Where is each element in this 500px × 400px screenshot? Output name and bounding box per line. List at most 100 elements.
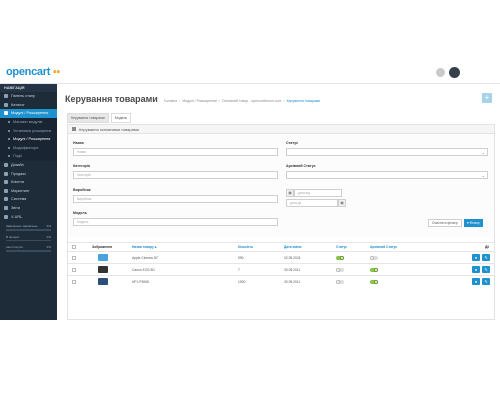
sidebar-item[interactable]: V-URL	[0, 212, 57, 221]
product-thumbnail	[98, 276, 108, 287]
breadcrumb-item[interactable]: Керування товарами	[287, 99, 321, 103]
name-input[interactable]: Назва	[73, 148, 278, 156]
status-toggle[interactable]	[336, 276, 344, 287]
sidebar-item[interactable]: Дизайн	[0, 161, 57, 170]
sidebar-item-label: Модулі / Розширення	[13, 137, 51, 142]
sidebar-item[interactable]: Установка розширень	[0, 126, 57, 135]
breadcrumb-item[interactable]: Модулі / Розширення	[182, 99, 216, 103]
bullet-icon	[8, 155, 10, 158]
model-input[interactable]: Модель	[73, 218, 278, 226]
progress-bar	[6, 239, 51, 242]
sidebar-item[interactable]: Система	[0, 195, 57, 204]
sidebar-item[interactable]: Магазин модулів	[0, 117, 57, 127]
table-body: Apple Cinema 30" 990 02.05.2024 ● ✎ Canon EOS…	[68, 251, 494, 287]
col-date[interactable]: Дата зміни	[284, 243, 301, 251]
sidebar-item-label: Події	[13, 154, 22, 159]
sidebar-item[interactable]: Звіти	[0, 204, 57, 213]
progress-label: Інші статуси	[6, 245, 23, 250]
progress-label: В процесі	[6, 234, 20, 239]
view-button[interactable]: ●	[472, 252, 480, 263]
order-progress: Завершено замовлень 0% В процесі 0% Інші ста…	[0, 224, 57, 252]
row-checkbox[interactable]	[72, 252, 76, 263]
monitor-icon	[4, 163, 8, 168]
page-header: Керування товарами Головна › Модулі / Розш…	[65, 94, 320, 104]
archive-status-label: Архівний Статус	[286, 164, 316, 168]
logo-cart-icon: ▪▪	[50, 66, 61, 78]
sidebar-item[interactable]: Модулі / Розширення	[0, 134, 57, 144]
row-checkbox[interactable]	[72, 264, 76, 275]
row-checkbox[interactable]	[72, 276, 76, 287]
tag-icon	[4, 102, 8, 107]
archive-status-toggle[interactable]	[370, 252, 378, 263]
edit-button[interactable]: ✎	[482, 252, 490, 263]
sidebar-item-label: Дизайн	[11, 163, 24, 168]
breadcrumb-item[interactable]: Основний товар - opencartforum.com	[222, 99, 282, 103]
user-avatar[interactable]	[449, 67, 460, 78]
tab-product-management[interactable]: Керування товарами	[67, 113, 109, 123]
sidebar-item[interactable]: Каталог	[0, 101, 57, 110]
col-status[interactable]: Статус	[336, 243, 347, 251]
manufacturer-input[interactable]: Виробник	[73, 195, 278, 203]
status-select[interactable]: ⌄	[286, 148, 488, 156]
product-date: 30.05.2011	[284, 279, 301, 284]
opencart-logo[interactable]: opencart ▪▪	[6, 66, 60, 78]
bullet-icon	[8, 146, 10, 149]
sidebar-item[interactable]: Модулі / Розширення	[0, 109, 57, 118]
status-toggle[interactable]	[336, 264, 344, 275]
col-name[interactable]: Назва товару ▴	[132, 243, 156, 251]
archive-status-toggle[interactable]	[370, 264, 378, 275]
notification-icon[interactable]	[436, 68, 445, 77]
sidebar-item-label: Панель стану	[11, 94, 35, 99]
cart-icon	[4, 171, 8, 176]
bullet-icon	[8, 129, 10, 132]
edit-button[interactable]: ✎	[482, 264, 490, 275]
page-title: Керування товарами	[65, 94, 158, 104]
calendar-icon[interactable]: ▦	[286, 189, 294, 197]
eye-icon: ●	[472, 266, 480, 273]
sidebar-title: НАВІГАЦІЯ	[0, 84, 57, 92]
tab-model[interactable]: Модель	[110, 113, 132, 123]
breadcrumb-item[interactable]: Головна	[164, 99, 177, 103]
bullet-icon	[8, 121, 10, 124]
product-date: 30.05.2011	[284, 267, 301, 272]
sidebar-item[interactable]: Клієнти	[0, 178, 57, 187]
archive-status-select[interactable]: ⌄	[286, 171, 488, 179]
product-name: Canon EOS 5D	[132, 267, 155, 272]
sidebar-item[interactable]: Маркетинг	[0, 187, 57, 196]
sidebar-item[interactable]: Модифікатори	[0, 143, 57, 153]
product-name: Apple Cinema 30"	[132, 255, 159, 260]
view-button[interactable]: ●	[472, 264, 480, 275]
sidebar-item[interactable]: Події	[0, 152, 57, 161]
progress-value: 0%	[46, 234, 51, 239]
status-toggle[interactable]	[336, 252, 344, 263]
table-row: Canon EOS 5D 7 30.05.2011 ● ✎	[68, 263, 494, 275]
sidebar-item[interactable]: Продажі	[0, 169, 57, 178]
top-header: opencart ▪▪	[0, 62, 500, 84]
sidebar-item-label: Модифікатори	[13, 145, 39, 150]
admin-window: opencart ▪▪ НАВІГАЦІЯ Панель стану Катало…	[0, 62, 500, 320]
sidebar-menu: Панель стану Каталог Модулі / Розширення Ма…	[0, 92, 57, 221]
progress-value: 0%	[46, 223, 51, 228]
clear-filter-button[interactable]: Очистити фільтр	[428, 219, 462, 227]
sidebar-item-label: V-URL	[11, 214, 23, 219]
col-archive-status[interactable]: Архівний Статус	[370, 243, 397, 251]
edit-button[interactable]: ✎	[482, 276, 490, 287]
date-from-input[interactable]: дата від	[294, 189, 342, 197]
pencil-icon: ✎	[482, 266, 490, 273]
view-button[interactable]: ●	[472, 276, 480, 287]
category-input[interactable]: Категорія	[73, 171, 278, 179]
filter-button[interactable]: ▾ Фільтр	[464, 219, 483, 227]
archive-status-toggle[interactable]	[370, 276, 378, 287]
calendar-icon[interactable]: ▦	[338, 199, 346, 207]
share-icon	[4, 188, 8, 193]
date-to-input[interactable]: дата до	[286, 199, 338, 207]
col-quantity[interactable]: Кількість	[238, 243, 253, 251]
product-name: HP LP3065	[132, 279, 149, 284]
select-all-checkbox[interactable]	[72, 243, 76, 251]
table-row: HP LP3065 1000 30.05.2011 ● ✎	[68, 275, 494, 287]
sidebar-item[interactable]: Панель стану	[0, 92, 57, 101]
product-table: Зображення Назва товару ▴ Кількість Дата…	[68, 242, 494, 287]
manufacturer-label: Виробник	[73, 188, 91, 192]
add-button[interactable]: +	[482, 93, 492, 103]
sidebar-item-label: Система	[11, 197, 27, 202]
